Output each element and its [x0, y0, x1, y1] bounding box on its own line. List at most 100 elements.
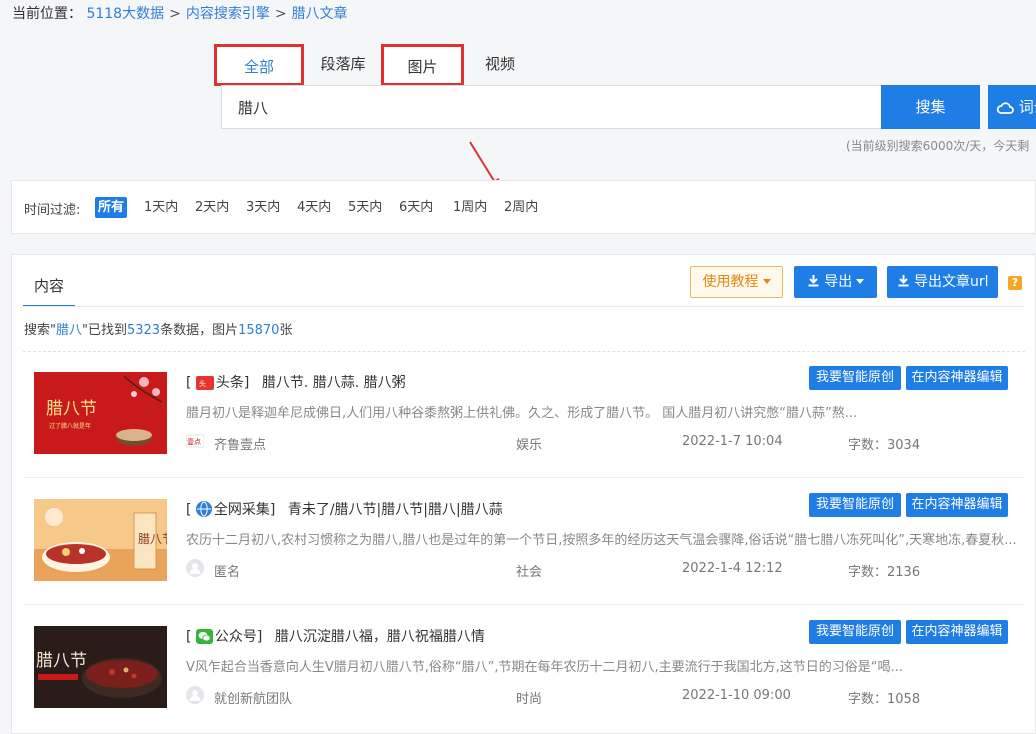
- filter-option-5day[interactable]: 5天内: [345, 197, 385, 218]
- title-bracket: [: [186, 629, 192, 645]
- ai-original-button[interactable]: 我要智能原创: [809, 366, 901, 390]
- summary-text: 张: [279, 323, 293, 338]
- tutorial-dropdown-button[interactable]: 使用教程: [690, 266, 783, 298]
- page: 当前位置： 5118大数据>内容搜索引擎>腊八文章 全部 段落库 图片 视频 搜…: [0, 0, 1036, 734]
- tab-content[interactable]: 内容: [23, 275, 75, 307]
- result-date: 2022-1-4 12:12: [682, 561, 783, 576]
- download-icon: [898, 275, 908, 287]
- quota-text: (当前级别搜索6000次/天，今天剩: [846, 139, 1030, 153]
- breadcrumb-link-5118[interactable]: 5118大数据: [86, 6, 164, 22]
- result-item: 腊八节 过了腊八就是年 [ 头头条] 腊八节. 腊八蒜. 腊八粥 我要智能原创 …: [12, 352, 1036, 478]
- result-item: 腊八节 [ 公众号] 腊八沉淀腊八福，腊八祝福腊八情 我要智能原创 在内容神器编…: [12, 606, 1036, 732]
- result-thumbnail[interactable]: 腊八节: [34, 499, 167, 581]
- result-date: 2022-1-7 10:04: [682, 434, 783, 449]
- thumbnail-title: 腊八节: [36, 651, 87, 671]
- ai-original-button[interactable]: 我要智能原创: [809, 493, 901, 517]
- filter-option-1week[interactable]: 1周内: [450, 197, 490, 218]
- summary-text: "已找到: [82, 323, 127, 338]
- result-summary: 搜索"腊八"已找到5323条数据，图片15870张: [24, 319, 292, 338]
- export-url-label: 导出文章url: [913, 274, 989, 290]
- ai-original-button[interactable]: 我要智能原创: [809, 620, 901, 644]
- breadcrumb-link-search-engine[interactable]: 内容搜索引擎: [186, 6, 270, 22]
- result-author: 就创新航团队: [214, 692, 293, 707]
- cloud-icon: [996, 102, 1014, 114]
- result-title-text: 青未了/腊八节|腊八节|腊八|腊八蒜: [287, 502, 503, 518]
- thumbnail-image: 腊八节: [34, 626, 167, 708]
- breadcrumb-prefix: 当前位置：: [12, 6, 82, 22]
- result-source: 公众号]: [214, 629, 263, 645]
- result-author: 匿名: [214, 565, 241, 580]
- tab-paragraph-library[interactable]: 段落库: [311, 44, 375, 86]
- search-input[interactable]: [221, 85, 882, 129]
- summary-count: 5323: [126, 323, 161, 338]
- edit-in-tool-button[interactable]: 在内容神器编辑: [906, 620, 1008, 644]
- result-title-text: 腊八节. 腊八蒜. 腊八粥: [261, 375, 406, 391]
- filter-option-6day[interactable]: 6天内: [396, 197, 436, 218]
- result-title[interactable]: [ 头头条] 腊八节. 腊八蒜. 腊八粥: [186, 372, 406, 394]
- tab-all[interactable]: 全部: [214, 44, 304, 86]
- item-divider: [23, 604, 1025, 605]
- filter-option-all[interactable]: 所有: [95, 197, 128, 218]
- result-word-count: 字数：1058: [848, 692, 921, 707]
- result-thumbnail[interactable]: 腊八节 过了腊八就是年: [34, 372, 167, 454]
- filter-option-4day[interactable]: 4天内: [294, 197, 334, 218]
- tab-images[interactable]: 图片: [381, 44, 464, 86]
- edit-in-tool-button[interactable]: 在内容神器编辑: [906, 366, 1008, 390]
- tutorial-label: 使用教程: [702, 274, 759, 290]
- user-avatar-icon: [186, 559, 204, 577]
- export-url-button[interactable]: 导出文章url: [887, 266, 998, 298]
- result-title[interactable]: [ 公众号] 腊八沉淀腊八福，腊八祝福腊八情: [186, 626, 485, 648]
- result-category: 社会: [516, 565, 543, 580]
- help-icon[interactable]: ?: [1008, 276, 1022, 290]
- wechat-icon: [195, 629, 213, 648]
- breadcrumb-separator: >: [274, 6, 287, 22]
- result-item: 腊八节 [ 全网采集] 青未了/腊八节|腊八节|腊八|腊八蒜 我要智能原创 在内…: [12, 479, 1036, 605]
- thumbnail-title: 腊八节: [46, 399, 97, 419]
- author-logo: 壹点: [185, 432, 205, 450]
- filter-option-2day[interactable]: 2天内: [192, 197, 232, 218]
- thumbnail-subtitle: 过了腊八就是年: [49, 422, 91, 430]
- export-dropdown-button[interactable]: 导出: [794, 266, 877, 298]
- time-filter-bar: 时间过滤: 所有 1天内 2天内 3天内 4天内 5天内 6天内 1周内 2周内: [11, 180, 1036, 234]
- chevron-down-icon: [856, 279, 865, 284]
- thumbnail-title: 腊八节: [138, 532, 167, 546]
- filter-option-2week[interactable]: 2周内: [501, 197, 541, 218]
- title-bracket: [: [186, 375, 192, 391]
- word-cloud-button[interactable]: 词云: [988, 85, 1036, 129]
- result-thumbnail[interactable]: 腊八节: [34, 626, 167, 708]
- search-button[interactable]: 搜集: [881, 85, 980, 129]
- tab-video[interactable]: 视频: [472, 44, 528, 86]
- edit-in-tool-button[interactable]: 在内容神器编辑: [906, 493, 1008, 517]
- word-cloud-label: 词云: [1018, 98, 1036, 116]
- author-logo-text: 壹点: [187, 437, 201, 446]
- title-bracket: [: [186, 502, 192, 518]
- result-title[interactable]: [ 全网采集] 青未了/腊八节|腊八节|腊八|腊八蒜: [186, 499, 503, 521]
- result-source: 头条]: [215, 375, 250, 391]
- filter-option-3day[interactable]: 3天内: [243, 197, 283, 218]
- results-panel: 内容 使用教程 导出 导出文章url ? 搜索"腊八"已找到5323条数据，图片…: [11, 254, 1036, 734]
- result-category: 时尚: [516, 692, 543, 707]
- chevron-down-icon: [762, 279, 771, 284]
- user-avatar-icon: [186, 686, 204, 704]
- summary-text: 搜索": [24, 323, 56, 338]
- filter-option-1day[interactable]: 1天内: [141, 197, 181, 218]
- thumbnail-image: 腊八节: [34, 499, 167, 581]
- result-date: 2022-1-10 09:00: [682, 688, 791, 703]
- export-label: 导出: [824, 274, 853, 290]
- result-description: 农历十二月初八,农村习惯称之为腊八,腊八也是过年的第一个节日,按照多年的经历这天…: [186, 533, 1017, 548]
- result-description: 腊月初八是释迦牟尼成佛日,人们用八种谷黍熬粥上供礼佛。久之、形成了腊八节。 国人…: [186, 406, 858, 421]
- breadcrumb: 当前位置： 5118大数据 > 内容搜索引擎 > 腊八文章: [12, 3, 348, 23]
- result-description: V风乍起合当香意向人生V腊月初八腊八节,俗称“腊八”,节期在每年农历十二月初八,…: [186, 660, 903, 675]
- thumbnail-image: 腊八节 过了腊八就是年: [34, 372, 167, 454]
- summary-image-count: 15870: [238, 323, 280, 338]
- breadcrumb-link-current[interactable]: 腊八文章: [292, 6, 348, 22]
- result-source: 全网采集]: [213, 502, 276, 518]
- summary-keyword: 腊八: [55, 323, 82, 338]
- result-word-count: 字数：2136: [848, 565, 921, 580]
- time-filter-label: 时间过滤:: [24, 203, 81, 218]
- item-divider: [23, 477, 1025, 478]
- panel-divider: [23, 306, 1025, 307]
- result-author: 齐鲁壹点: [214, 438, 267, 453]
- svg-text:头: 头: [199, 379, 206, 388]
- result-word-count: 字数：3034: [848, 438, 921, 453]
